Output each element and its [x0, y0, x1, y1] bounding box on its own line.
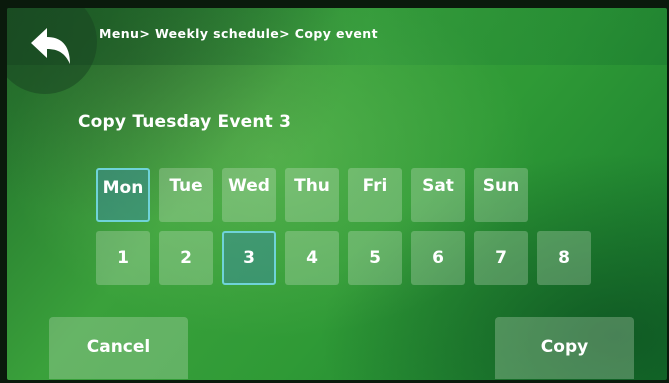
copy-button[interactable]: Copy: [495, 317, 634, 379]
event-button-8[interactable]: 8: [537, 231, 591, 285]
back-button[interactable]: [7, 8, 97, 94]
day-button-mon[interactable]: Mon: [96, 168, 150, 222]
event-button-2[interactable]: 2: [159, 231, 213, 285]
event-button-7[interactable]: 7: [474, 231, 528, 285]
event-button-6[interactable]: 6: [411, 231, 465, 285]
day-button-thu[interactable]: Thu: [285, 168, 339, 222]
screen: Menu> Weekly schedule> Copy event Copy T…: [7, 8, 667, 380]
day-button-tue[interactable]: Tue: [159, 168, 213, 222]
event-button-5[interactable]: 5: [348, 231, 402, 285]
event-button-3[interactable]: 3: [222, 231, 276, 285]
page-title: Copy Tuesday Event 3: [78, 112, 292, 132]
day-button-sun[interactable]: Sun: [474, 168, 528, 222]
breadcrumb: Menu> Weekly schedule> Copy event: [99, 26, 378, 41]
day-button-fri[interactable]: Fri: [348, 168, 402, 222]
cancel-button[interactable]: Cancel: [49, 317, 188, 379]
event-button-1[interactable]: 1: [96, 231, 150, 285]
day-button-wed[interactable]: Wed: [222, 168, 276, 222]
day-button-sat[interactable]: Sat: [411, 168, 465, 222]
back-arrow-icon: [31, 28, 70, 64]
event-button-4[interactable]: 4: [285, 231, 339, 285]
